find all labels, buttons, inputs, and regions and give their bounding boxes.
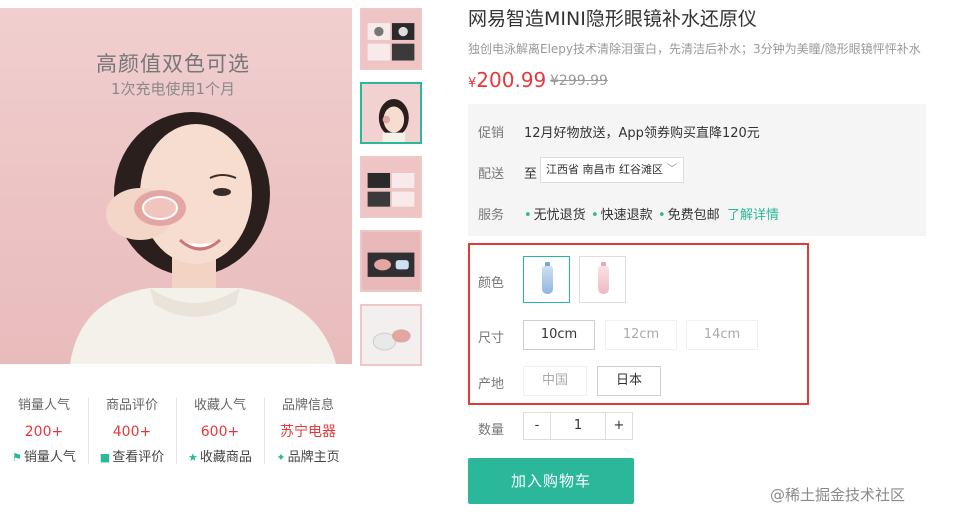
service-item: • 免费包邮 bbox=[658, 208, 720, 223]
promo-label: 促销 bbox=[478, 126, 505, 141]
stat-brand: 品牌信息 苏宁电器 ✦ 品牌主页 bbox=[264, 396, 352, 468]
size-option[interactable]: 10cm bbox=[523, 320, 595, 350]
hero-subline: 1次充电使用1个月 bbox=[110, 80, 236, 98]
thumbnail-3[interactable] bbox=[360, 156, 422, 218]
size-label: 尺寸 bbox=[478, 331, 505, 346]
stat-title: 销量人气 bbox=[17, 398, 70, 413]
comment-icon: ■ bbox=[99, 451, 111, 464]
address-value: 江西省 南昌市 红谷滩区 bbox=[546, 163, 663, 176]
hero-headline: 高颜值双色可选 bbox=[96, 52, 250, 76]
stats-bar: 销量人气 200+ ⚑ 销量人气 商品评价 400+ ■ 查看评价 收藏人气 600… bbox=[0, 396, 352, 468]
stat-favorites: 收藏人气 600+ ★ 收藏商品 bbox=[176, 396, 264, 468]
color-option-blue[interactable] bbox=[523, 256, 570, 303]
promo-text: 12月好物放送，App领券购买直降120元 bbox=[524, 126, 760, 141]
service-label: 服务 bbox=[478, 208, 505, 223]
stat-action[interactable]: ★ 收藏商品 bbox=[176, 448, 264, 468]
origin-label: 产地 bbox=[478, 377, 505, 392]
delivery-label: 配送 bbox=[478, 167, 505, 182]
brand-icon: ✦ bbox=[276, 451, 286, 464]
original-price: ¥299.99 bbox=[550, 73, 608, 89]
thumbnail-list bbox=[360, 8, 424, 378]
current-price: ¥200.99 bbox=[468, 68, 547, 92]
product-subtitle: 独创电泳解离Elepy技术清除泪蛋白，先清洁后补水；3分钟为美瞳/隐形眼镜怦怦补… bbox=[468, 42, 921, 56]
stat-action[interactable]: ⚑ 销量人气 bbox=[0, 448, 88, 468]
product-title: 网易智造MINI隐形眼镜补水还原仪 bbox=[468, 8, 757, 30]
star-icon: ★ bbox=[188, 451, 198, 464]
origin-option[interactable]: 日本 bbox=[597, 366, 661, 396]
stat-sales: 销量人气 200+ ⚑ 销量人气 bbox=[0, 396, 88, 468]
stat-action[interactable]: ■ 查看评价 bbox=[88, 448, 176, 468]
color-label: 颜色 bbox=[478, 276, 505, 291]
service-item: • 快速退款 bbox=[591, 208, 653, 223]
size-option[interactable]: 14cm bbox=[686, 320, 758, 350]
service-item: • 无忧退货 bbox=[524, 208, 586, 223]
add-to-cart-button[interactable]: 加入购物车 bbox=[468, 458, 634, 504]
thumbnail-5[interactable] bbox=[360, 304, 422, 366]
learn-more-link[interactable]: 了解详情 bbox=[727, 204, 779, 223]
size-option[interactable]: 12cm bbox=[605, 320, 677, 350]
thumbnail-1[interactable] bbox=[360, 8, 422, 70]
thumbnail-2[interactable] bbox=[360, 82, 422, 144]
stat-value: 400+ bbox=[112, 424, 152, 440]
chevron-down-icon: ﹀ bbox=[667, 164, 677, 175]
thumbnail-4[interactable] bbox=[360, 230, 422, 292]
main-product-image: 高颜值双色可选 1次充电使用1个月 bbox=[0, 8, 352, 364]
stat-reviews: 商品评价 400+ ■ 查看评价 bbox=[88, 396, 176, 468]
quantity-plus-button[interactable]: + bbox=[605, 412, 633, 440]
stat-title: 品牌信息 bbox=[281, 398, 334, 413]
stat-title: 商品评价 bbox=[105, 398, 158, 413]
origin-option[interactable]: 中国 bbox=[523, 366, 587, 396]
stat-value: 600+ bbox=[200, 424, 240, 440]
quantity-minus-button[interactable]: - bbox=[523, 412, 551, 440]
color-option-pink[interactable] bbox=[579, 256, 626, 303]
quantity-input[interactable]: 1 bbox=[550, 412, 606, 440]
stat-value[interactable]: 苏宁电器 bbox=[264, 422, 352, 442]
stat-action[interactable]: ✦ 品牌主页 bbox=[264, 448, 352, 468]
address-select[interactable]: 江西省 南昌市 红谷滩区 ﹀ bbox=[540, 157, 684, 183]
stat-title: 收藏人气 bbox=[193, 398, 246, 413]
flag-icon: ⚑ bbox=[12, 451, 22, 464]
quantity-label: 数量 bbox=[478, 423, 505, 438]
watermark: @稀土掘金技术社区 bbox=[770, 486, 906, 504]
stat-value: 200+ bbox=[24, 424, 64, 440]
delivery-to: 至 bbox=[524, 167, 538, 182]
